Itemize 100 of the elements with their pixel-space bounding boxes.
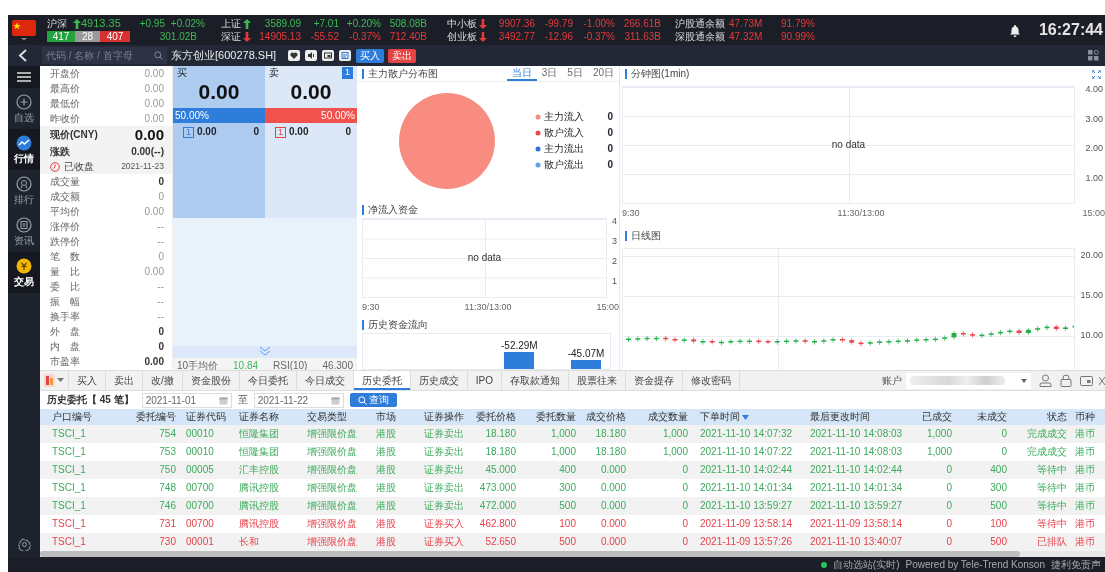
period-tab[interactable]: 5日 [562, 66, 588, 81]
column-header[interactable]: 户口编号 [40, 409, 125, 425]
table-cell: 472.000 [472, 497, 520, 515]
index-change: +0.95 [138, 17, 165, 30]
column-header[interactable]: 成交价格 [580, 409, 630, 425]
buy-button[interactable]: 买入 [356, 48, 385, 63]
column-header[interactable]: 委托编号 [125, 409, 180, 425]
table-cell: 18.180 [472, 425, 520, 443]
column-header[interactable]: 已成交 [912, 409, 956, 425]
lock-icon[interactable] [1060, 374, 1072, 387]
quote-label: 昨收价 [50, 112, 80, 125]
table-cell: 0 [912, 515, 956, 533]
date-field[interactable]: 2021-11-01 [141, 392, 232, 408]
disclaimer-link[interactable]: 捷利免责声 [1051, 558, 1101, 571]
period-tab[interactable]: 当日 [506, 66, 537, 81]
trade-tab[interactable]: 改/撤 [143, 371, 183, 390]
column-header[interactable]: 下单时间 [692, 409, 802, 425]
search-field[interactable]: 代码 / 名称 / 首字母 [42, 47, 167, 64]
table-cell: 0 [630, 533, 692, 551]
index-percent: +0.20% [345, 17, 381, 30]
table-cell: 0.000 [580, 533, 630, 551]
trade-tab[interactable]: 卖出 [106, 371, 143, 390]
sort-descending-icon[interactable] [742, 414, 749, 420]
trade-tab[interactable]: IPO [467, 371, 502, 390]
period-tab[interactable]: 20日 [587, 66, 619, 81]
sell-button[interactable]: 卖出 [388, 48, 417, 63]
wallet-icon[interactable] [1080, 374, 1093, 387]
sidebar-label[interactable]: 交易 [14, 275, 34, 288]
table-cell: 证券卖出 [420, 461, 472, 479]
table-cell: 731 [125, 515, 180, 533]
bar-value-label: -52.29M [501, 340, 538, 352]
column-header[interactable]: 委托价格 [472, 409, 520, 425]
table-cell: 2021-11-10 14:01:34 [692, 479, 802, 497]
quote-value: 0.00 [144, 112, 164, 125]
trade-tab[interactable]: 今日成交 [296, 371, 354, 390]
settings-icon[interactable] [17, 538, 31, 551]
trade-tab[interactable]: 修改密码 [683, 371, 740, 390]
sidebar-label[interactable]: 排行 [14, 193, 34, 206]
double-chevron-icon[interactable] [259, 346, 271, 356]
app-logo-icon[interactable] [44, 374, 55, 387]
table-cell: 恒隆集团 [233, 443, 303, 461]
query-button[interactable]: 查询 [349, 393, 397, 407]
menu-icon[interactable] [17, 72, 31, 82]
sidebar-label[interactable]: 资讯 [14, 234, 34, 247]
column-header[interactable]: 状态 [1011, 409, 1071, 425]
window-icon[interactable] [322, 50, 335, 61]
column-header[interactable]: 委托数量 [520, 409, 580, 425]
column-header[interactable]: 未成交 [956, 409, 1011, 425]
column-header[interactable]: 交易类型 [303, 409, 372, 425]
quote-label: 量 比 [50, 265, 80, 278]
date-field[interactable]: 2021-11-22 [253, 392, 344, 408]
trade-tab[interactable]: 股票往来 [569, 371, 626, 390]
table-cell: 00700 [180, 497, 233, 515]
quote-label: 现价(CNY) [50, 129, 98, 141]
trade-tab[interactable]: 买入 [69, 371, 106, 390]
trade-tab[interactable]: 资金股份 [182, 371, 240, 390]
bell-icon[interactable] [1008, 23, 1021, 37]
caret-icon[interactable] [57, 378, 64, 383]
empty-chart-message: no data [831, 139, 866, 151]
legend-value: 0 [607, 111, 613, 123]
speaker-icon[interactable] [305, 50, 318, 61]
table-cell: 0 [956, 443, 1011, 461]
sidebar-label[interactable]: 行情 [14, 152, 34, 165]
quote-label: 外 盘 [50, 325, 80, 338]
table-cell: 00005 [180, 461, 233, 479]
trade-tab[interactable]: 今日委托 [239, 371, 297, 390]
trade-tab[interactable]: 历史委托 [353, 371, 411, 390]
trade-tab[interactable]: 资金提存 [626, 371, 683, 390]
quota-name: 深股通余额 [675, 30, 726, 43]
column-header[interactable]: 证券代码 [180, 409, 233, 425]
table-cell: 2021-11-10 13:59:27 [692, 497, 802, 515]
column-header[interactable]: 证券操作 [420, 409, 472, 425]
close-icon[interactable] [1099, 375, 1105, 386]
column-header[interactable]: 市场 [372, 409, 420, 425]
horizontal-scrollbar[interactable] [40, 551, 1105, 557]
expand-icon[interactable] [1092, 69, 1101, 79]
trade-tab[interactable]: 历史成交 [410, 371, 468, 390]
calendar-icon[interactable] [218, 395, 228, 405]
x-axis-label: 11:30/13:00 [464, 302, 512, 314]
index-amount: 266.61B [622, 17, 661, 30]
column-header[interactable]: 最后更改时间 [802, 409, 912, 425]
table-cell: 0 [630, 497, 692, 515]
grid-icon[interactable] [1088, 50, 1099, 61]
column-header[interactable]: 成交数量 [630, 409, 692, 425]
document-icon[interactable] [339, 50, 352, 61]
user-icon[interactable] [1039, 374, 1052, 387]
calendar-icon[interactable] [330, 395, 340, 405]
flag-icon[interactable] [11, 19, 37, 41]
sidebar-label[interactable]: 自选 [14, 111, 34, 124]
table-cell: 等待中 [1011, 461, 1071, 479]
column-header[interactable]: 证券名称 [233, 409, 303, 425]
period-tab[interactable]: 3日 [536, 66, 563, 81]
trade-tab[interactable]: 存取款通知 [502, 371, 569, 390]
column-header[interactable]: 币种 [1071, 409, 1105, 425]
index-value: 4913.35 [81, 16, 122, 31]
table-cell: 748 [125, 479, 180, 497]
table-cell: 腾讯控股 [233, 479, 303, 497]
search-icon[interactable] [154, 51, 163, 60]
heart-icon[interactable] [288, 50, 301, 61]
table-cell: 港股 [372, 479, 420, 497]
